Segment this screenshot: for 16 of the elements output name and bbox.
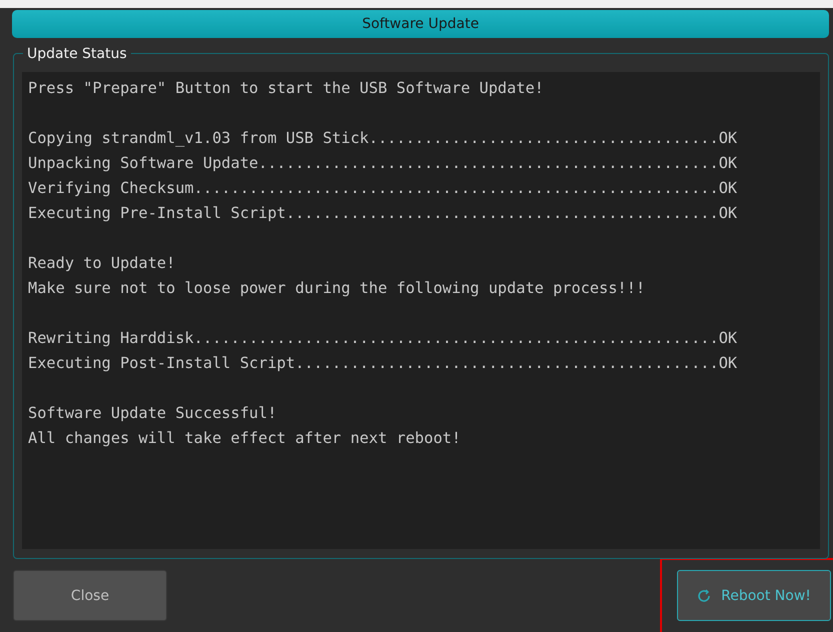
log-line: All changes will take effect after next reboot! — [28, 428, 462, 449]
log-line: Unpacking Software Update..................................................OK — [28, 153, 738, 174]
close-button[interactable]: Close — [13, 570, 167, 621]
log-line: Copying strandml_v1.03 from USB Stick......................................OK — [28, 128, 738, 149]
log-line: Software Update Successful! — [28, 403, 278, 424]
log-line: Verifying Checksum.........................................................OK — [28, 178, 738, 199]
refresh-icon — [697, 588, 712, 602]
panel-title: Update Status — [23, 45, 131, 63]
reboot-button[interactable]: Reboot Now! — [677, 570, 831, 621]
log-line: Executing Pre-Install Script...............................................OK — [28, 203, 738, 224]
log-line: Press "Prepare" Button to start the USB Software Update! — [28, 78, 545, 99]
window-title: Software Update — [12, 10, 829, 38]
log-line: Ready to Update! — [28, 253, 176, 274]
log-line: Executing Post-Install Script..............................................OK — [28, 353, 738, 374]
log-line: Make sure not to loose power during the following update process!!! — [28, 278, 646, 299]
log-line: Rewriting Harddisk.........................................................OK — [28, 328, 738, 349]
